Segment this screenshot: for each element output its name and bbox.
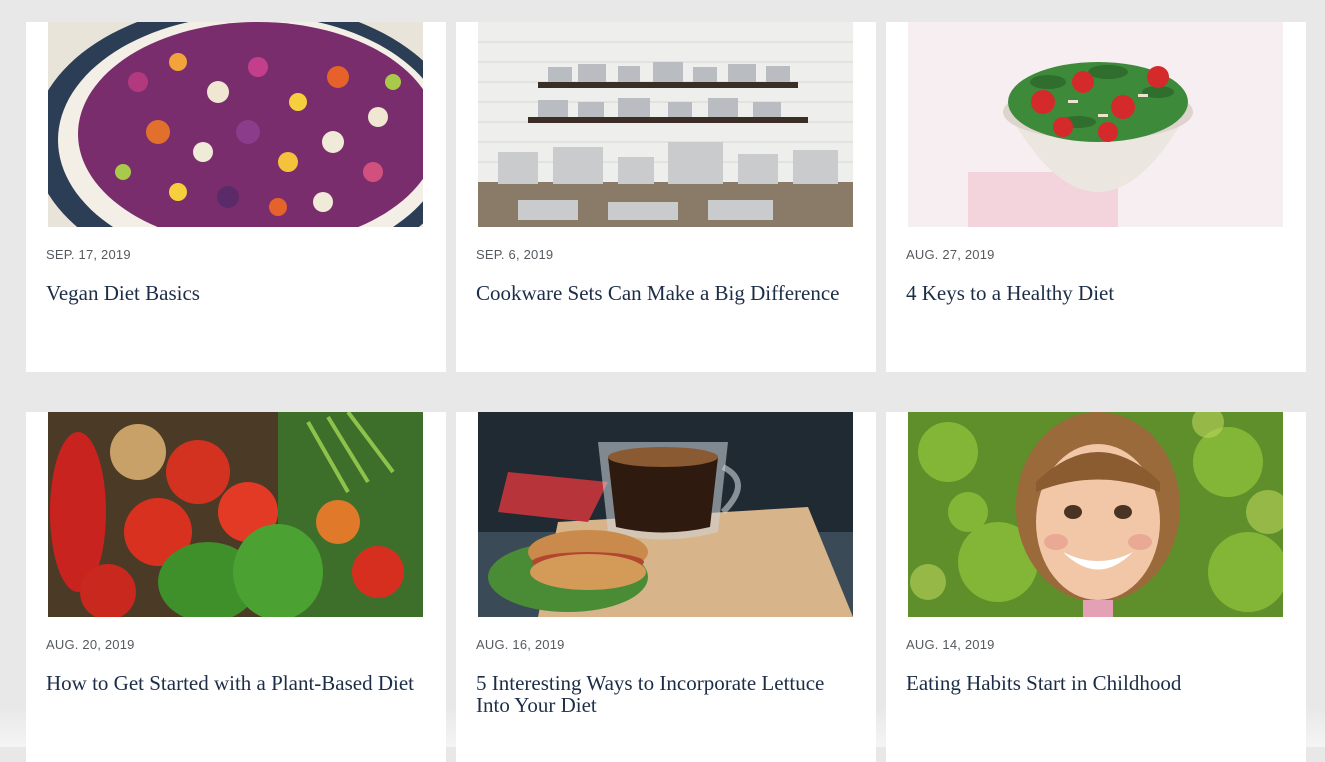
post-card[interactable]: SEP. 17, 2019 Vegan Diet Basics bbox=[26, 22, 446, 372]
post-card[interactable]: AUG. 16, 2019 5 Interesting Ways to Inco… bbox=[456, 412, 876, 762]
post-title[interactable]: 5 Interesting Ways to Incorporate Lettuc… bbox=[476, 672, 861, 716]
cookware-shelves-image bbox=[478, 22, 853, 227]
post-cover-image[interactable] bbox=[48, 412, 423, 617]
post-title[interactable]: Cookware Sets Can Make a Big Difference bbox=[476, 282, 861, 304]
post-cover-image[interactable] bbox=[48, 22, 423, 227]
post-date: AUG. 20, 2019 bbox=[46, 637, 135, 652]
smiling-child-image bbox=[908, 412, 1283, 617]
post-date: AUG. 27, 2019 bbox=[906, 247, 995, 262]
post-card[interactable]: SEP. 6, 2019 Cookware Sets Can Make a Bi… bbox=[456, 22, 876, 372]
blog-post-grid: SEP. 17, 2019 Vegan Diet Basics SEP. 6, … bbox=[26, 22, 1306, 762]
vegetables-image bbox=[48, 412, 423, 617]
post-title[interactable]: Eating Habits Start in Childhood bbox=[906, 672, 1291, 694]
post-cover-image[interactable] bbox=[478, 22, 853, 227]
post-date: AUG. 16, 2019 bbox=[476, 637, 565, 652]
post-date: SEP. 17, 2019 bbox=[46, 247, 131, 262]
strawberry-salad-image bbox=[908, 22, 1283, 227]
post-card[interactable]: AUG. 27, 2019 4 Keys to a Healthy Diet bbox=[886, 22, 1306, 372]
post-title[interactable]: How to Get Started with a Plant-Based Di… bbox=[46, 672, 431, 694]
post-card[interactable]: AUG. 14, 2019 Eating Habits Start in Chi… bbox=[886, 412, 1306, 762]
sandwich-coffee-image bbox=[478, 412, 853, 617]
coleslaw-bowl-image bbox=[48, 22, 423, 227]
post-card[interactable]: AUG. 20, 2019 How to Get Started with a … bbox=[26, 412, 446, 762]
post-cover-image[interactable] bbox=[908, 412, 1283, 617]
post-date: AUG. 14, 2019 bbox=[906, 637, 995, 652]
post-cover-image[interactable] bbox=[908, 22, 1283, 227]
post-cover-image[interactable] bbox=[478, 412, 853, 617]
post-date: SEP. 6, 2019 bbox=[476, 247, 554, 262]
post-title[interactable]: 4 Keys to a Healthy Diet bbox=[906, 282, 1291, 304]
post-title[interactable]: Vegan Diet Basics bbox=[46, 282, 431, 304]
